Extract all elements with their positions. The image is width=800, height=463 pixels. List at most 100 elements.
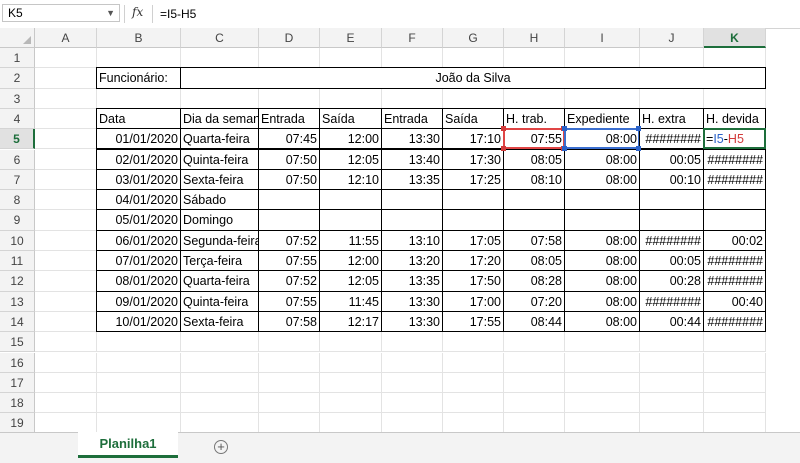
column-header-f[interactable]: F: [382, 28, 443, 48]
table-cell[interactable]: 12:10: [319, 168, 382, 191]
formula-input[interactable]: =I5-H5: [160, 7, 196, 21]
column-header-h[interactable]: H: [504, 28, 565, 48]
table-cell[interactable]: 08:05: [503, 250, 565, 272]
cell-k19[interactable]: [704, 413, 766, 434]
column-header-e[interactable]: E: [320, 28, 382, 48]
cell-e17[interactable]: [320, 372, 382, 394]
table-header[interactable]: Entrada: [258, 107, 320, 130]
cell-c15[interactable]: [181, 332, 259, 353]
table-cell[interactable]: Quinta-feira: [180, 148, 259, 170]
cell-h15[interactable]: [504, 332, 565, 353]
add-sheet-icon[interactable]: +: [214, 440, 228, 454]
table-cell[interactable]: 07:55: [503, 128, 565, 150]
table-cell[interactable]: 07:55: [258, 290, 320, 312]
cell-j17[interactable]: [640, 372, 704, 394]
table-cell[interactable]: 08:28: [503, 270, 565, 292]
table-cell[interactable]: [258, 189, 320, 211]
cell-d17[interactable]: [259, 372, 320, 394]
cell-h3[interactable]: [504, 88, 565, 109]
row-header-5[interactable]: 5: [0, 129, 35, 150]
cell-g19[interactable]: [443, 413, 504, 434]
table-cell[interactable]: [503, 209, 565, 231]
cell-a12[interactable]: [35, 271, 97, 292]
table-cell[interactable]: 11:45: [319, 290, 382, 312]
table-cell[interactable]: 13:40: [381, 148, 443, 170]
cell-a5[interactable]: [35, 129, 97, 150]
cell-h19[interactable]: [504, 413, 565, 434]
cell-g18[interactable]: [443, 393, 504, 414]
table-cell[interactable]: 00:40: [703, 290, 766, 312]
cell-e18[interactable]: [320, 393, 382, 414]
cell-k1[interactable]: [704, 48, 766, 69]
cell-k18[interactable]: [704, 393, 766, 414]
cell-j18[interactable]: [640, 393, 704, 414]
table-cell[interactable]: 07:58: [503, 229, 565, 251]
cell-a4[interactable]: [35, 108, 97, 130]
table-cell[interactable]: 07:58: [258, 310, 320, 333]
table-cell[interactable]: Quarta-feira: [180, 270, 259, 292]
cell-d1[interactable]: [259, 48, 320, 69]
table-cell[interactable]: 00:10: [639, 168, 704, 191]
cell-a9[interactable]: [35, 210, 97, 231]
table-cell[interactable]: 13:35: [381, 270, 443, 292]
table-cell[interactable]: 03/01/2020: [96, 168, 181, 191]
table-cell[interactable]: ########: [703, 168, 766, 191]
row-header-19[interactable]: 19: [0, 413, 35, 434]
cell-f17[interactable]: [382, 372, 443, 394]
cell-e16[interactable]: [320, 352, 382, 373]
cell-a13[interactable]: [35, 291, 97, 312]
active-cell-k5-editor[interactable]: =I5-H5: [703, 128, 766, 150]
table-cell[interactable]: 13:20: [381, 250, 443, 272]
table-cell[interactable]: Terça-feira: [180, 250, 259, 272]
cell-c18[interactable]: [181, 393, 259, 414]
table-cell[interactable]: [381, 189, 443, 211]
cell-g17[interactable]: [443, 372, 504, 394]
table-cell[interactable]: ########: [703, 148, 766, 170]
cell-k3[interactable]: [704, 88, 766, 109]
table-cell[interactable]: 07:52: [258, 270, 320, 292]
cell-j1[interactable]: [640, 48, 704, 69]
cell-g3[interactable]: [443, 88, 504, 109]
table-cell[interactable]: 07:52: [258, 229, 320, 251]
table-cell[interactable]: 07:55: [258, 250, 320, 272]
table-cell[interactable]: [703, 189, 766, 211]
cell-a7[interactable]: [35, 169, 97, 191]
cell-k15[interactable]: [704, 332, 766, 353]
table-cell[interactable]: 12:00: [319, 128, 382, 150]
cell-e15[interactable]: [320, 332, 382, 353]
table-cell[interactable]: 12:05: [319, 148, 382, 170]
table-cell[interactable]: 13:35: [381, 168, 443, 191]
table-cell[interactable]: 00:05: [639, 250, 704, 272]
table-cell[interactable]: [258, 209, 320, 231]
table-cell[interactable]: 07/01/2020: [96, 250, 181, 272]
cell-a8[interactable]: [35, 190, 97, 211]
table-cell[interactable]: ########: [639, 229, 704, 251]
table-cell[interactable]: [442, 189, 504, 211]
table-cell[interactable]: 13:30: [381, 128, 443, 150]
table-cell[interactable]: 06/01/2020: [96, 229, 181, 251]
column-header-a[interactable]: A: [35, 28, 97, 48]
cell-f19[interactable]: [382, 413, 443, 434]
cell-a6[interactable]: [35, 149, 97, 170]
table-cell[interactable]: 17:55: [442, 310, 504, 333]
table-cell[interactable]: [703, 209, 766, 231]
cell-d15[interactable]: [259, 332, 320, 353]
row-header-11[interactable]: 11: [0, 251, 35, 272]
table-header[interactable]: Dia da semana: [180, 107, 259, 130]
cell-d3[interactable]: [259, 88, 320, 109]
cell-k17[interactable]: [704, 372, 766, 394]
cell-i18[interactable]: [565, 393, 640, 414]
table-cell[interactable]: 12:17: [319, 310, 382, 333]
cell-f15[interactable]: [382, 332, 443, 353]
table-cell[interactable]: 10/01/2020: [96, 310, 181, 333]
table-header[interactable]: H. devida: [703, 107, 766, 130]
employee-name[interactable]: João da Silva: [180, 67, 766, 89]
table-cell[interactable]: 05/01/2020: [96, 209, 181, 231]
cell-k16[interactable]: [704, 352, 766, 373]
row-header-18[interactable]: 18: [0, 393, 35, 414]
table-cell[interactable]: 08:00: [564, 290, 640, 312]
cell-d16[interactable]: [259, 352, 320, 373]
cell-a3[interactable]: [35, 88, 97, 109]
cell-c1[interactable]: [181, 48, 259, 69]
sheet-tab-planilha1[interactable]: Planilha1: [78, 432, 178, 458]
